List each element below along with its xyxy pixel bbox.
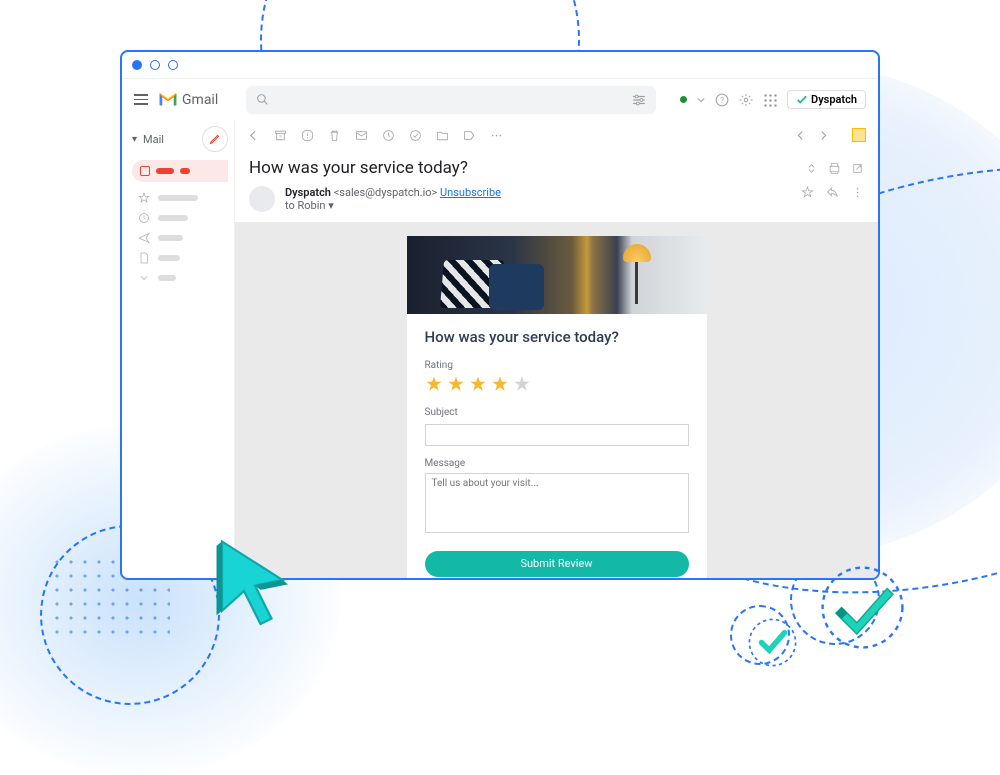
subject-row: How was your service today? bbox=[235, 150, 878, 182]
popout-icon[interactable] bbox=[851, 162, 864, 175]
checkmark-badge-icon bbox=[815, 560, 910, 655]
avatar bbox=[249, 186, 275, 212]
status-indicator[interactable] bbox=[680, 96, 687, 103]
star-icon[interactable] bbox=[425, 375, 443, 393]
svg-text:?: ? bbox=[720, 94, 724, 104]
email-toolbar bbox=[235, 120, 878, 150]
sidebar-item-drafts[interactable] bbox=[132, 248, 228, 268]
archive-icon[interactable] bbox=[274, 129, 287, 142]
message-input[interactable] bbox=[425, 473, 689, 533]
sidebar-item-more[interactable] bbox=[132, 268, 228, 288]
browser-window: Gmail ? Dyspatch ▾ Mail bbox=[120, 50, 880, 580]
hero-image bbox=[407, 236, 707, 314]
reply-icon[interactable] bbox=[826, 186, 839, 199]
window-control-min[interactable] bbox=[150, 60, 160, 70]
tune-icon[interactable] bbox=[632, 94, 646, 106]
snooze-icon[interactable] bbox=[382, 129, 395, 142]
task-icon[interactable] bbox=[409, 129, 422, 142]
window-control-max[interactable] bbox=[168, 60, 178, 70]
subject-input[interactable] bbox=[425, 424, 689, 446]
subject-label: Subject bbox=[425, 407, 453, 418]
window-control-close[interactable] bbox=[132, 60, 142, 70]
header-actions: ? Dyspatch bbox=[680, 90, 866, 109]
print-icon[interactable] bbox=[828, 162, 841, 175]
gmail-header: Gmail ? Dyspatch bbox=[122, 78, 878, 120]
addon-icon[interactable] bbox=[852, 128, 866, 142]
compose-button[interactable] bbox=[202, 126, 228, 152]
dyspatch-badge[interactable]: Dyspatch bbox=[787, 90, 866, 109]
window-titlebar bbox=[122, 52, 878, 78]
gmail-logo[interactable]: Gmail bbox=[158, 92, 218, 108]
search-icon bbox=[256, 93, 269, 106]
spam-icon[interactable] bbox=[301, 129, 314, 142]
mail-label[interactable]: Mail bbox=[143, 133, 164, 146]
email-body: How was your service today? Rating Subje… bbox=[235, 222, 878, 578]
expand-recipients-icon[interactable]: ▾ bbox=[328, 199, 334, 212]
message-label: Message bbox=[425, 458, 453, 469]
submit-button[interactable]: Submit Review bbox=[425, 551, 689, 577]
back-icon[interactable] bbox=[247, 129, 260, 142]
apps-icon[interactable] bbox=[763, 93, 777, 107]
sidebar-item-snoozed[interactable] bbox=[132, 208, 228, 228]
checkmark-badge-icon bbox=[745, 615, 800, 670]
menu-icon[interactable] bbox=[134, 94, 148, 105]
gear-icon[interactable] bbox=[739, 93, 753, 107]
star-icon[interactable] bbox=[513, 375, 531, 393]
sender-name: Dyspatch bbox=[285, 186, 331, 199]
star-icon[interactable] bbox=[491, 375, 509, 393]
unsubscribe-link[interactable]: Unsubscribe bbox=[440, 186, 501, 199]
email-content: How was your service today? Dyspatch <sa… bbox=[234, 120, 878, 578]
search-input[interactable] bbox=[246, 86, 656, 114]
next-icon[interactable] bbox=[817, 129, 830, 142]
sidebar: ▾ Mail bbox=[122, 120, 234, 578]
cursor-illustration bbox=[200, 525, 310, 635]
star-icon[interactable] bbox=[801, 186, 814, 199]
gmail-label: Gmail bbox=[182, 92, 218, 108]
sender-row: Dyspatch <sales@dyspatch.io> Unsubscribe… bbox=[235, 182, 878, 222]
rating-stars[interactable] bbox=[425, 375, 689, 393]
sender-email: <sales@dyspatch.io> bbox=[334, 186, 438, 199]
unread-icon[interactable] bbox=[355, 129, 368, 142]
sidebar-item-sent[interactable] bbox=[132, 228, 228, 248]
move-icon[interactable] bbox=[436, 129, 449, 142]
form-heading: How was your service today? bbox=[425, 328, 689, 346]
chevron-down-icon[interactable] bbox=[697, 96, 705, 104]
to-line: to Robin bbox=[285, 199, 325, 212]
prev-icon[interactable] bbox=[794, 129, 807, 142]
star-icon[interactable] bbox=[469, 375, 487, 393]
help-icon[interactable]: ? bbox=[715, 93, 729, 107]
collapse-icon[interactable] bbox=[805, 162, 818, 175]
rating-label: Rating bbox=[425, 360, 689, 371]
more-icon[interactable] bbox=[490, 129, 503, 142]
collapse-icon[interactable]: ▾ bbox=[132, 134, 137, 145]
email-subject: How was your service today? bbox=[249, 158, 805, 178]
delete-icon[interactable] bbox=[328, 129, 341, 142]
label-icon[interactable] bbox=[463, 129, 476, 142]
sidebar-item-starred[interactable] bbox=[132, 188, 228, 208]
review-card: How was your service today? Rating Subje… bbox=[407, 236, 707, 578]
more-icon[interactable] bbox=[851, 186, 864, 199]
star-icon[interactable] bbox=[447, 375, 465, 393]
sidebar-item-inbox[interactable] bbox=[132, 160, 228, 182]
